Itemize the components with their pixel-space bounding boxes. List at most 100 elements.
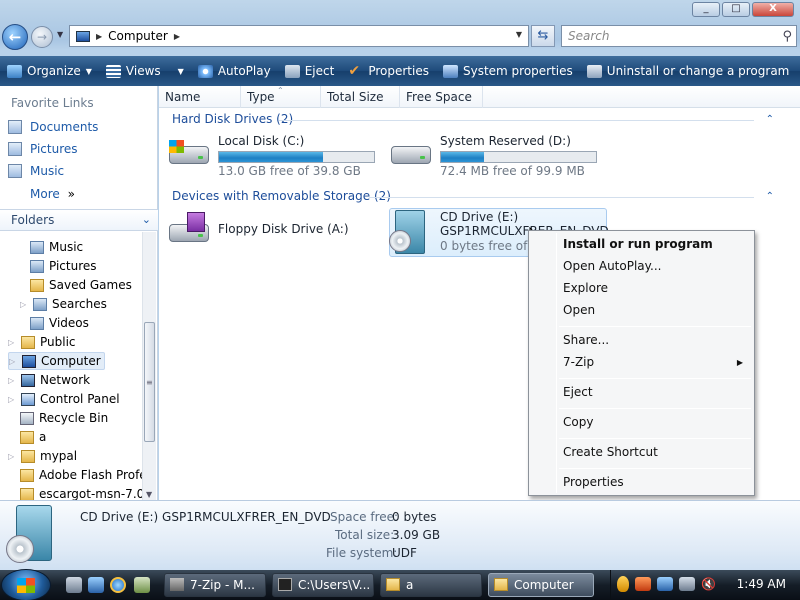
address-dropdown-icon[interactable]: ▼ xyxy=(516,30,522,39)
back-button[interactable]: ← xyxy=(2,24,28,50)
tree-item-computer[interactable]: ▷ Computer xyxy=(8,352,105,370)
menu-item-properties[interactable]: Properties xyxy=(563,475,624,489)
menu-item-eject[interactable]: Eject xyxy=(563,385,593,399)
network-tray-icon[interactable] xyxy=(657,577,673,591)
hard-disk-icon xyxy=(167,134,212,168)
expand-icon[interactable]: ▷ xyxy=(8,376,16,385)
switch-windows-icon[interactable] xyxy=(88,577,104,593)
group-header-removable[interactable]: Devices with Removable Storage (2) xyxy=(172,189,391,203)
quick-launch-app-icon[interactable] xyxy=(134,577,150,593)
drive-d[interactable]: System Reserved (D:) 72.4 MB free of 99.… xyxy=(389,134,597,178)
uninstall-button[interactable]: Uninstall or change a program xyxy=(580,56,797,86)
group-header-hdd[interactable]: Hard Disk Drives (2) xyxy=(172,112,293,126)
more-commands-button[interactable]: » xyxy=(796,56,800,86)
menu-item-copy[interactable]: Copy xyxy=(563,415,593,429)
taskbar-item-cmd[interactable]: C:\Users\V... xyxy=(272,573,374,597)
expand-icon[interactable]: ▷ xyxy=(8,338,16,347)
expand-icon[interactable]: ▷ xyxy=(8,452,16,461)
tree-item-searches[interactable]: ▷ Searches xyxy=(20,295,107,313)
tree-item-escargot[interactable]: escargot-msn-7.0. xyxy=(20,485,142,500)
taskbar-item-a[interactable]: a xyxy=(380,573,482,597)
breadcrumb-arrow-icon[interactable]: ▶ xyxy=(174,32,180,41)
menu-item-open[interactable]: Open xyxy=(563,303,595,317)
tray-app-icon[interactable] xyxy=(635,577,651,591)
start-button[interactable] xyxy=(1,569,51,600)
tree-item-adobe-flash[interactable]: Adobe Flash Profe xyxy=(20,466,142,484)
tree-item-control-panel[interactable]: ▷ Control Panel xyxy=(8,390,120,408)
menu-item-7zip[interactable]: 7-Zip ▶ xyxy=(563,355,743,369)
command-bar: Organize ▼ Views ▼ AutoPlay Eject ✔ Prop… xyxy=(0,56,800,86)
close-button[interactable]: X xyxy=(752,2,794,17)
minimize-button[interactable]: _ xyxy=(692,2,720,17)
maximize-button[interactable]: □ xyxy=(722,2,750,17)
drive-c[interactable]: Local Disk (C:) 13.0 GB free of 39.8 GB xyxy=(167,134,375,178)
details-space-free: 0 bytes xyxy=(392,510,437,524)
eject-button[interactable]: Eject xyxy=(278,56,342,86)
clock[interactable]: 1:49 AM xyxy=(737,577,786,591)
menu-item-share[interactable]: Share... xyxy=(563,333,609,347)
menu-separator xyxy=(559,438,751,439)
tree-item-mypal[interactable]: ▷ mypal xyxy=(8,447,77,465)
column-header-type[interactable]: ⌃ Type xyxy=(241,86,321,108)
recent-pages-dropdown-icon[interactable]: ▼ xyxy=(57,30,63,39)
chevron-down-icon: ⌄ xyxy=(141,213,151,226)
tree-item-music[interactable]: Music xyxy=(30,238,83,256)
eject-label: Eject xyxy=(304,64,335,78)
column-header-total-size[interactable]: Total Size xyxy=(321,86,400,108)
favorite-link-pictures[interactable]: Pictures xyxy=(8,142,78,156)
expand-icon[interactable]: ▷ xyxy=(8,395,16,404)
network-status-icon[interactable] xyxy=(679,577,695,591)
search-input[interactable]: Search ⚲ xyxy=(561,25,797,47)
menu-item-create-shortcut[interactable]: Create Shortcut xyxy=(563,445,658,459)
details-fs: UDF xyxy=(392,546,417,560)
menu-item-open-autoplay[interactable]: Open AutoPlay... xyxy=(563,259,661,273)
address-bar[interactable]: ▶ Computer ▶ ▼ xyxy=(69,25,529,47)
tree-item-public[interactable]: ▷ Public xyxy=(8,333,76,351)
tree-item-videos[interactable]: Videos xyxy=(30,314,89,332)
eject-icon xyxy=(284,64,300,78)
security-shield-icon[interactable] xyxy=(617,576,629,592)
favorite-link-documents[interactable]: Documents xyxy=(8,120,98,134)
favorite-link-music[interactable]: Music xyxy=(8,164,64,178)
taskbar-item-computer[interactable]: Computer xyxy=(488,573,594,597)
views-button[interactable]: Views ▼ xyxy=(99,56,191,86)
tree-item-label: Network xyxy=(40,373,91,387)
taskbar-item-7zip[interactable]: 7-Zip - M... xyxy=(164,573,266,597)
drive-free-space: 13.0 GB free of 39.8 GB xyxy=(218,164,361,178)
collapse-group-icon[interactable]: ⌃ xyxy=(766,191,774,202)
drive-a[interactable]: Floppy Disk Drive (A:) xyxy=(167,212,349,246)
breadcrumb-computer[interactable]: Computer xyxy=(108,29,168,43)
organize-button[interactable]: Organize ▼ xyxy=(0,56,99,86)
tree-item-pictures[interactable]: Pictures xyxy=(30,257,97,275)
refresh-button[interactable]: ⇆ xyxy=(531,25,555,47)
autoplay-icon xyxy=(197,64,213,78)
collapse-group-icon[interactable]: ⌃ xyxy=(766,114,774,125)
tree-item-saved-games[interactable]: Saved Games xyxy=(30,276,132,294)
forward-button[interactable]: → xyxy=(31,26,53,48)
menu-item-explore[interactable]: Explore xyxy=(563,281,608,295)
details-fs-label: File system: xyxy=(326,546,398,560)
tree-item-a[interactable]: a xyxy=(20,428,46,446)
column-header-free-space[interactable]: Free Space xyxy=(400,86,483,108)
show-desktop-icon[interactable] xyxy=(66,577,82,593)
7zip-icon xyxy=(170,578,184,591)
expand-icon[interactable]: ▷ xyxy=(9,357,17,366)
search-icon[interactable]: ⚲ xyxy=(782,27,792,47)
column-header-name[interactable]: Name xyxy=(159,86,241,108)
breadcrumb-arrow-icon[interactable]: ▶ xyxy=(96,32,102,41)
folders-header[interactable]: Folders ⌄ xyxy=(0,209,158,231)
folder-tree-scrollbar[interactable]: ≡ ▼ xyxy=(142,232,156,500)
tree-item-recycle-bin[interactable]: Recycle Bin xyxy=(20,409,108,427)
autoplay-button[interactable]: AutoPlay xyxy=(191,56,278,86)
column-header-type-label: Type xyxy=(247,90,275,104)
folder-icon xyxy=(494,578,508,591)
properties-button[interactable]: ✔ Properties xyxy=(341,56,436,86)
tree-item-network[interactable]: ▷ Network xyxy=(8,371,90,389)
menu-item-install-or-run[interactable]: Install or run program xyxy=(563,237,713,251)
more-links[interactable]: More » xyxy=(30,187,75,201)
system-properties-button[interactable]: System properties xyxy=(436,56,580,86)
scroll-down-icon[interactable]: ▼ xyxy=(146,490,152,499)
internet-explorer-icon[interactable] xyxy=(110,577,126,593)
expand-icon[interactable]: ▷ xyxy=(20,300,28,309)
volume-muted-icon[interactable]: 🔇 xyxy=(701,577,717,591)
